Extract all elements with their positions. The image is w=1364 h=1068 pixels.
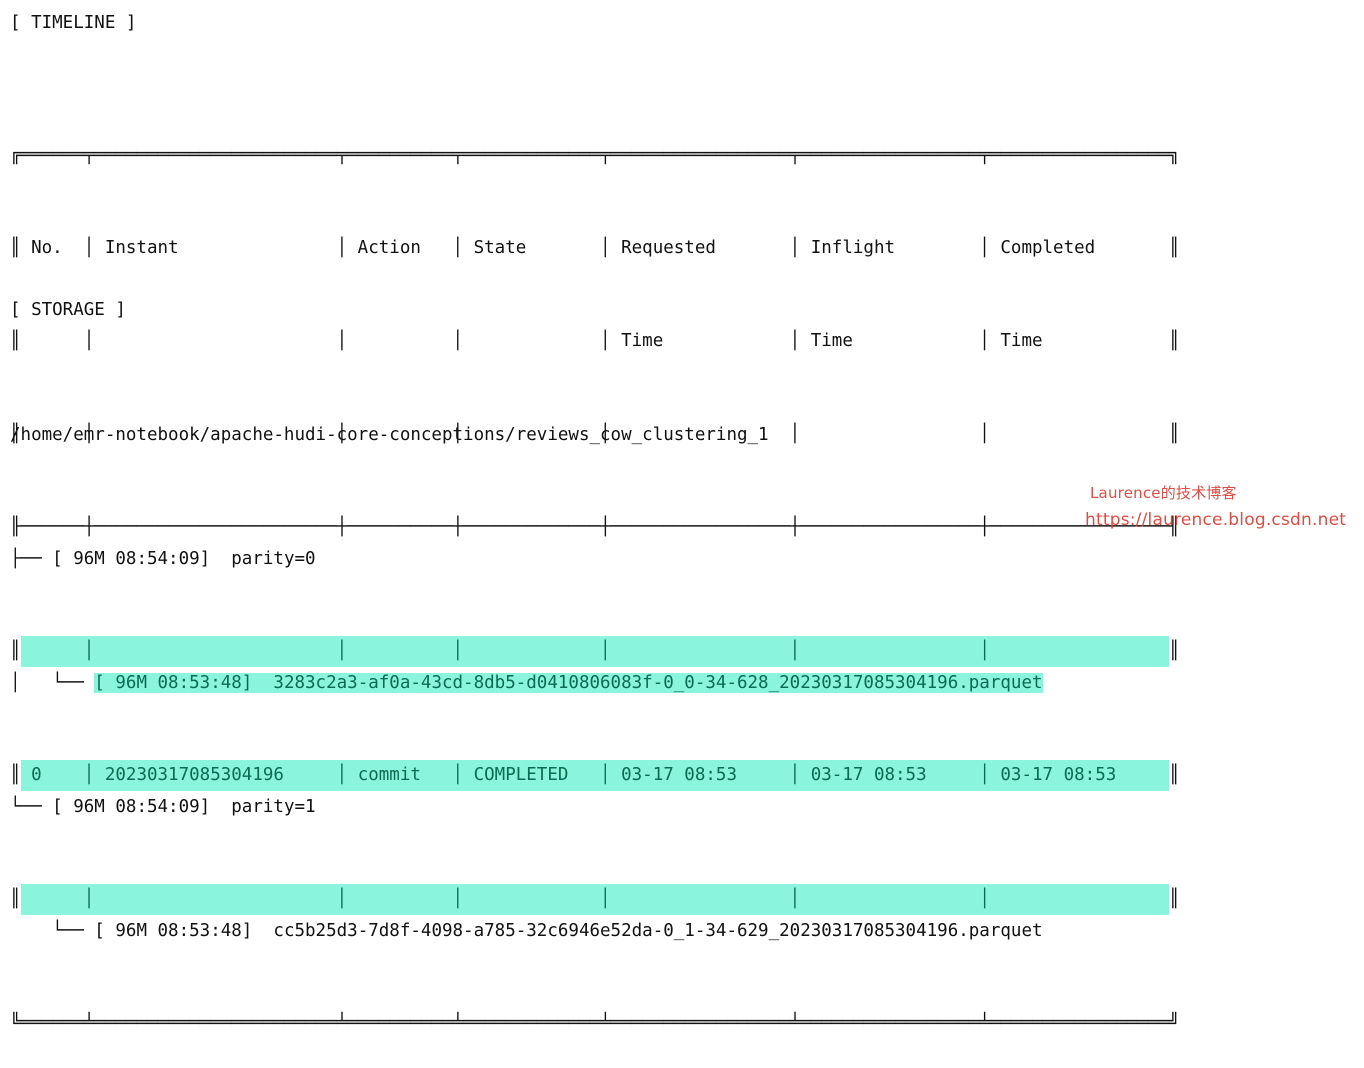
table-header-row-line1: ║ No. │ Instant │ Action │ State │ Reque… xyxy=(10,238,1180,258)
tree-branch-icon: ├── xyxy=(10,549,53,569)
timeline-section-heading: [ TIMELINE ] xyxy=(10,13,137,33)
tree-item-label: [ 96M 08:53:48] 3283c2a3-af0a-43cd-8db5-… xyxy=(94,673,1043,693)
tree-branch-icon: └── xyxy=(10,797,53,817)
tree-item[interactable]: └── [ 96M 08:54:09] parity=1 xyxy=(10,792,1043,823)
tree-item-label: [ 96M 08:54:09] parity=0 xyxy=(52,549,316,569)
tree-item[interactable]: └── [ 96M 08:53:48] cc5b25d3-7d8f-4098-a… xyxy=(10,916,1043,947)
storage-tree: /home/emr-notebook/apache-hudi-core-conc… xyxy=(10,358,1043,1009)
tree-item-label: [ 96M 08:54:09] parity=1 xyxy=(52,797,316,817)
table-border-top: ╔══════╤═══════════════════════╤════════… xyxy=(10,145,1180,165)
table-header-row-line2: ║ │ │ │ │ Time │ Time │ Time ║ xyxy=(10,331,1180,351)
tree-item-label: [ 96M 08:53:48] cc5b25d3-7d8f-4098-a785-… xyxy=(94,921,1043,941)
tree-item[interactable]: ├── [ 96M 08:54:09] parity=0 xyxy=(10,544,1043,575)
storage-root-path: /home/emr-notebook/apache-hudi-core-conc… xyxy=(10,425,769,445)
tree-branch-icon: │ └── xyxy=(10,673,95,693)
table-border-bottom: ╚══════╧═══════════════════════╧════════… xyxy=(10,1013,1180,1033)
tree-item[interactable]: │ └── [ 96M 08:53:48] 3283c2a3-af0a-43cd… xyxy=(10,668,1043,699)
terminal-output-screen: [ TIMELINE ] ╔══════╤═══════════════════… xyxy=(0,0,1364,1033)
tree-branch-icon: └── xyxy=(10,921,95,941)
storage-section-heading: [ STORAGE ] xyxy=(10,300,126,320)
